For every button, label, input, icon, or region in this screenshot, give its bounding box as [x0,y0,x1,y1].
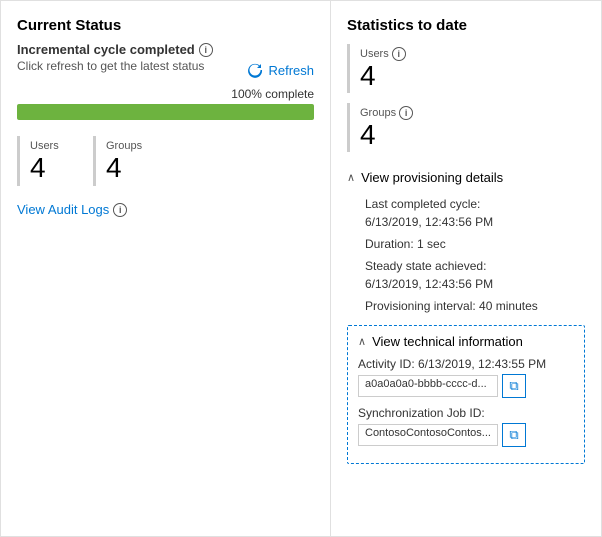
provisioning-details-section: ∧ View provisioning details Last complet… [347,166,585,315]
right-panel: Statistics to date Users i 4 Groups i 4 … [331,1,601,536]
cycle-info-icon[interactable]: i [199,43,213,57]
right-users-info-icon[interactable]: i [392,47,406,61]
right-groups-box: Groups i 4 [347,103,585,152]
progress-bar-fill [17,104,314,120]
technical-info-section: ∧ View technical information Activity ID… [347,325,585,464]
right-groups-value: 4 [360,121,575,149]
right-stats-row: Users i 4 Groups i 4 [347,44,585,152]
duration-row: Duration: 1 sec [365,235,585,253]
activity-id-input[interactable]: a0a0a0a0-bbbb-cccc-d... [358,375,498,397]
users-label: Users [30,140,67,152]
tech-chevron-icon: ∧ [358,335,366,348]
copy-icon-1: ⧉ [509,378,518,394]
refresh-label: Refresh [268,63,314,78]
technical-info-label: View technical information [372,334,523,349]
sync-job-copy-button[interactable]: ⧉ [502,423,526,447]
interval-row: Provisioning interval: 40 minutes [365,297,585,315]
progress-label: 100% complete [17,87,314,101]
activity-id-label: Activity ID: 6/13/2019, 12:43:55 PM [358,357,574,371]
progress-bar [17,104,314,120]
steady-state-row: Steady state achieved: 6/13/2019, 12:43:… [365,257,585,293]
groups-label: Groups [106,140,143,152]
provisioning-details-header[interactable]: ∧ View provisioning details [347,166,585,189]
sync-job-row: ContosoContosoContos... ⧉ [358,423,574,447]
statistics-title: Statistics to date [347,17,585,34]
activity-id-copy-button[interactable]: ⧉ [502,374,526,398]
users-stat-box: Users 4 [17,136,77,186]
provisioning-details-label: View provisioning details [361,170,503,185]
right-users-label: Users i [360,47,575,61]
right-users-box: Users i 4 [347,44,585,93]
provisioning-details-content: Last completed cycle: 6/13/2019, 12:43:5… [347,189,585,315]
current-status-title: Current Status [17,17,314,34]
right-groups-label: Groups i [360,106,575,120]
technical-info-content: Activity ID: 6/13/2019, 12:43:55 PM a0a0… [358,357,574,447]
click-refresh-text: Click refresh to get the latest status [17,59,204,73]
audit-info-icon[interactable]: i [113,203,127,217]
sync-job-input[interactable]: ContosoContosoContos... [358,424,498,446]
refresh-button[interactable]: Refresh [247,62,314,78]
last-completed-row: Last completed cycle: 6/13/2019, 12:43:5… [365,195,585,231]
technical-info-header[interactable]: ∧ View technical information [358,334,574,349]
users-value: 4 [30,154,67,182]
view-audit-logs-link[interactable]: View Audit Logs i [17,202,314,217]
refresh-row: Click refresh to get the latest status R… [17,59,314,81]
groups-stat-box: Groups 4 [93,136,153,186]
provisioning-chevron-icon: ∧ [347,171,355,184]
right-users-value: 4 [360,62,575,90]
refresh-icon [247,62,263,78]
left-panel: Current Status Incremental cycle complet… [1,1,331,536]
copy-icon-2: ⧉ [509,427,518,443]
cycle-status-label: Incremental cycle completed i [17,42,314,57]
activity-id-row: a0a0a0a0-bbbb-cccc-d... ⧉ [358,374,574,398]
stats-row: Users 4 Groups 4 [17,136,314,186]
sync-job-label: Synchronization Job ID: [358,406,574,420]
groups-value: 4 [106,154,143,182]
right-groups-info-icon[interactable]: i [399,106,413,120]
